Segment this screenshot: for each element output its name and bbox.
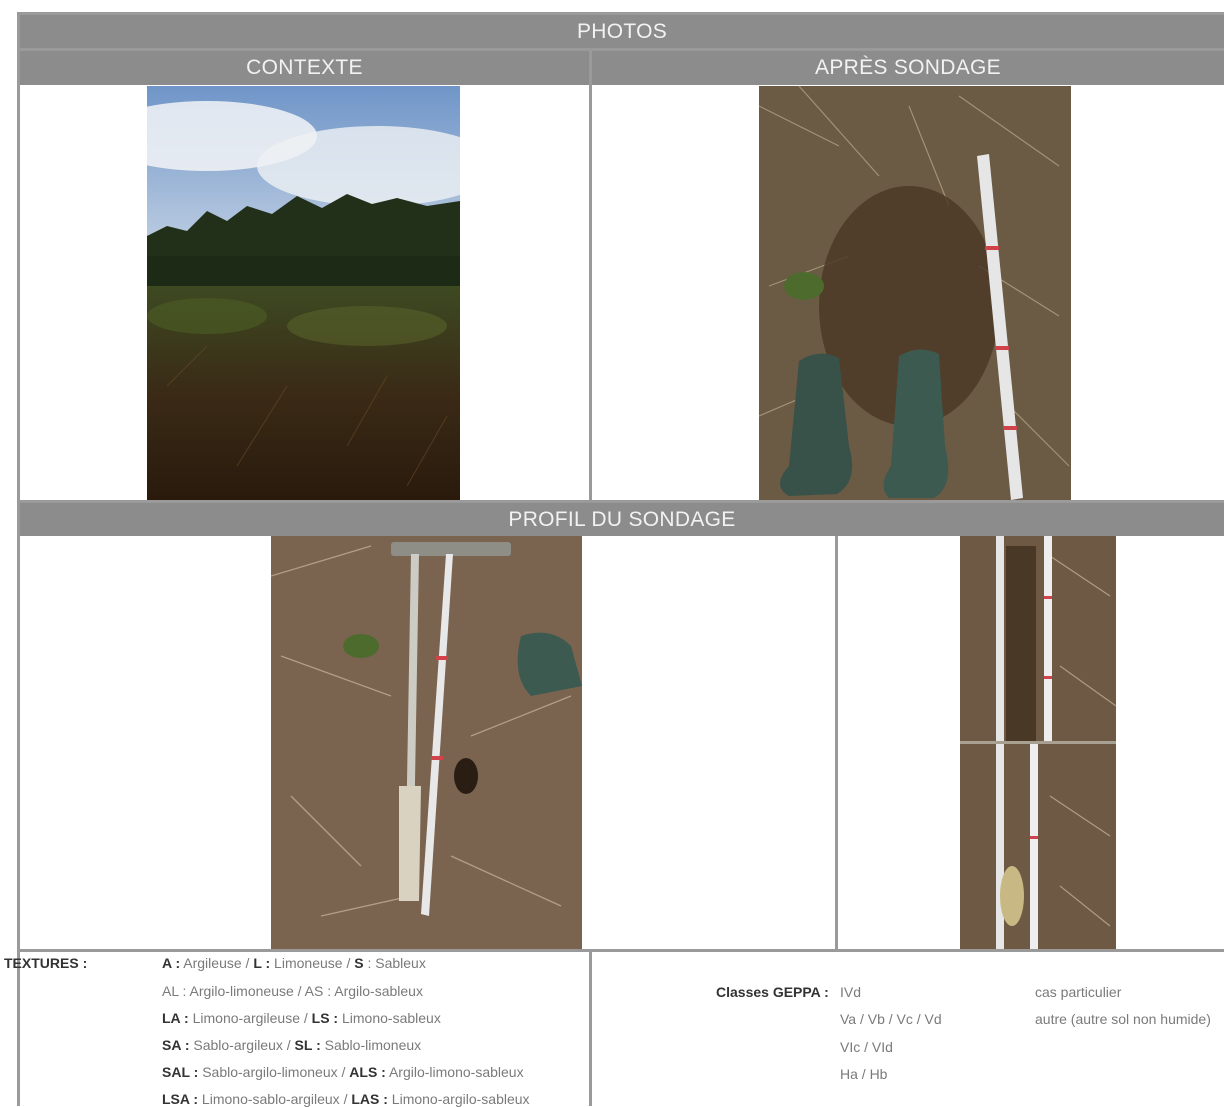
divider bbox=[17, 949, 1224, 952]
texture-description: AL : Argilo-limoneuse / AS : Argilo-sabl… bbox=[162, 983, 423, 999]
ground-boots-image bbox=[759, 86, 1071, 500]
texture-description: Limono-argileuse / bbox=[188, 1010, 312, 1026]
texture-code: S bbox=[354, 955, 364, 971]
texture-description: Sablo-limoneux bbox=[320, 1037, 422, 1053]
texture-code: LS : bbox=[311, 1010, 339, 1026]
apres-sondage-header-label: APRÈS SONDAGE bbox=[815, 56, 1001, 79]
geppa-class-item: Va / Vb / Vc / Vd bbox=[840, 1011, 942, 1027]
divider bbox=[835, 536, 838, 950]
geppa-class-item: IVd bbox=[840, 984, 862, 1000]
texture-code: SL : bbox=[294, 1037, 321, 1053]
texture-description: Limono-sableux bbox=[338, 1010, 441, 1026]
photos-header: PHOTOS bbox=[20, 15, 1224, 48]
profil-sondage-header: PROFIL DU SONDAGE bbox=[20, 503, 1224, 536]
divider bbox=[589, 48, 592, 501]
textures-title: TEXTURES : bbox=[4, 955, 88, 971]
special-case-item: autre (autre sol non humide) bbox=[1035, 1011, 1211, 1027]
texture-line: LSA : Limono-sablo-argileux / LAS : Limo… bbox=[162, 1091, 530, 1107]
texture-line: LA : Limono-argileuse / LS : Limono-sabl… bbox=[162, 1010, 441, 1026]
texture-code: ALS : bbox=[349, 1064, 386, 1080]
soil-core-image bbox=[960, 536, 1116, 949]
geppa-class-item: Ha / Hb bbox=[840, 1066, 888, 1082]
contexte-header: CONTEXTE bbox=[20, 51, 589, 85]
special-case-item: cas particulier bbox=[1035, 984, 1122, 1000]
texture-line: SA : Sablo-argileux / SL : Sablo-limoneu… bbox=[162, 1037, 421, 1053]
texture-description: : Sableux bbox=[363, 955, 426, 971]
texture-description: Sablo-argileux / bbox=[189, 1037, 295, 1053]
forest-landscape-image bbox=[147, 86, 460, 500]
texture-code: A : bbox=[162, 955, 181, 971]
divider bbox=[589, 949, 592, 1106]
geppa-class-item: VIc / VId bbox=[840, 1039, 893, 1055]
texture-code: LSA : bbox=[162, 1091, 199, 1107]
profile-photo-core-detail bbox=[960, 536, 1116, 949]
auger-on-ground-image bbox=[271, 536, 582, 949]
after-sondage-photo bbox=[759, 86, 1071, 500]
texture-code: SA : bbox=[162, 1037, 190, 1053]
profile-photo-auger bbox=[271, 536, 582, 949]
texture-description: Limoneuse / bbox=[270, 955, 355, 971]
texture-description: Limono-sablo-argileux / bbox=[198, 1091, 352, 1107]
texture-code: LA : bbox=[162, 1010, 189, 1026]
context-photo bbox=[147, 86, 460, 500]
texture-description: Limono-argilo-sableux bbox=[387, 1091, 530, 1107]
texture-description: Argileuse / bbox=[180, 955, 254, 971]
texture-code: SAL : bbox=[162, 1064, 199, 1080]
geppa-label: Classes GEPPA : bbox=[716, 984, 829, 1000]
contexte-header-label: CONTEXTE bbox=[246, 56, 363, 79]
texture-description: Sablo-argilo-limoneux / bbox=[198, 1064, 350, 1080]
texture-code: L : bbox=[253, 955, 271, 971]
photos-header-label: PHOTOS bbox=[576, 20, 668, 43]
apres-sondage-header: APRÈS SONDAGE bbox=[592, 51, 1224, 85]
texture-description: Argilo-limono-sableux bbox=[385, 1064, 524, 1080]
texture-line: SAL : Sablo-argilo-limoneux / ALS : Argi… bbox=[162, 1064, 524, 1080]
texture-line: AL : Argilo-limoneuse / AS : Argilo-sabl… bbox=[162, 983, 423, 999]
texture-line: A : Argileuse / L : Limoneuse / S : Sabl… bbox=[162, 955, 426, 971]
texture-code: LAS : bbox=[351, 1091, 388, 1107]
profil-sondage-header-label: PROFIL DU SONDAGE bbox=[508, 508, 736, 531]
